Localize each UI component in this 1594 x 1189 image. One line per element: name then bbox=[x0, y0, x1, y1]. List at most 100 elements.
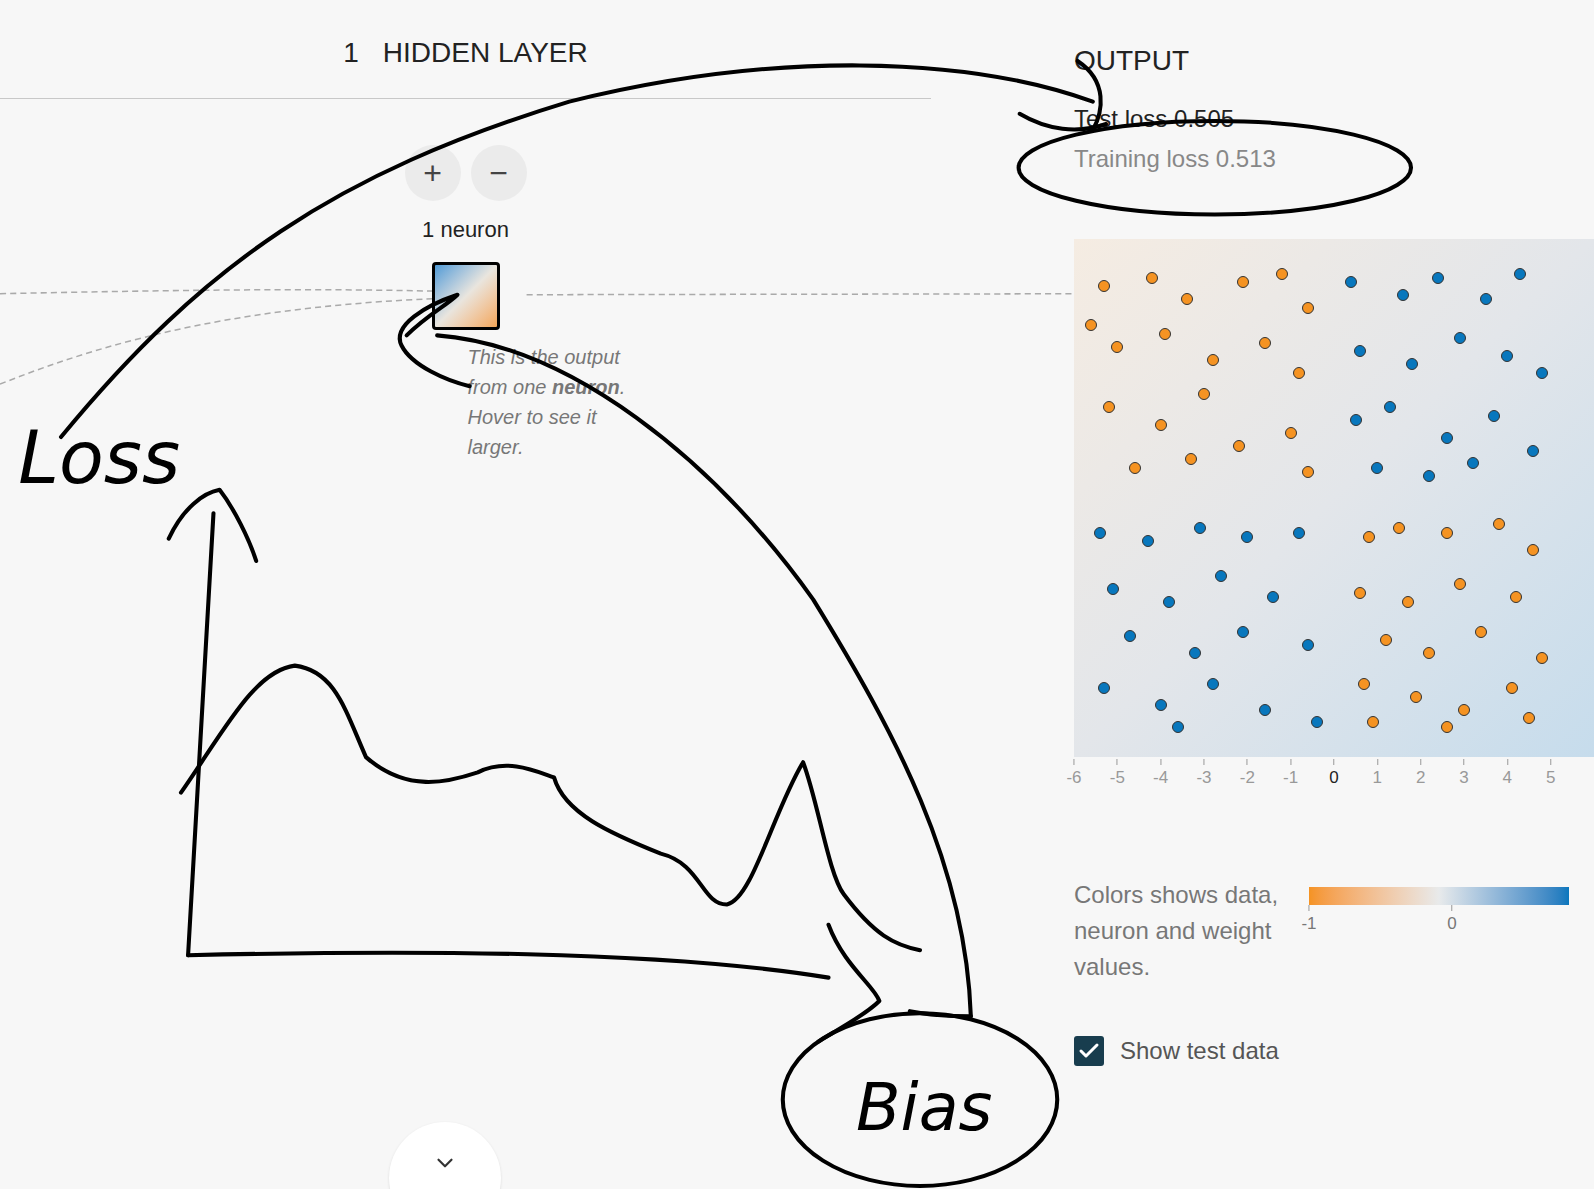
data-point bbox=[1514, 268, 1526, 280]
chevron-down-icon bbox=[432, 1150, 458, 1176]
data-point bbox=[1354, 345, 1366, 357]
playground-page: 1 HIDDEN LAYER +− 1 neuron This is the outpu… bbox=[0, 0, 1594, 1189]
data-point bbox=[1107, 583, 1119, 595]
data-point bbox=[1523, 712, 1535, 724]
data-point bbox=[1423, 647, 1435, 659]
data-point bbox=[1198, 388, 1210, 400]
neuron-count: 1 neuron bbox=[422, 213, 509, 246]
data-point bbox=[1085, 319, 1097, 331]
data-point bbox=[1181, 293, 1193, 305]
data-point bbox=[1098, 682, 1110, 694]
data-point bbox=[1410, 691, 1422, 703]
scroll-down-button[interactable] bbox=[389, 1122, 501, 1189]
output-heatmap[interactable] bbox=[1074, 239, 1594, 757]
data-point bbox=[1237, 276, 1249, 288]
legend-gradient bbox=[1309, 887, 1569, 905]
layer-title: HIDDEN LAYER bbox=[383, 32, 588, 74]
data-point bbox=[1259, 337, 1271, 349]
layer-count: 1 bbox=[343, 32, 359, 74]
training-loss: Training loss 0.513 bbox=[1074, 145, 1594, 173]
data-point bbox=[1189, 647, 1201, 659]
data-point bbox=[1302, 466, 1314, 478]
data-point bbox=[1402, 596, 1414, 608]
data-point bbox=[1194, 522, 1206, 534]
data-point bbox=[1454, 578, 1466, 590]
data-point bbox=[1527, 445, 1539, 457]
remove-neuron-button[interactable]: − bbox=[471, 145, 527, 201]
data-point bbox=[1302, 639, 1314, 651]
x-tick: 1 bbox=[1373, 765, 1382, 791]
data-point bbox=[1111, 341, 1123, 353]
data-point bbox=[1103, 401, 1115, 413]
legend: Colors shows data, neuron and weight val… bbox=[1074, 877, 1594, 985]
data-point bbox=[1142, 535, 1154, 547]
data-point bbox=[1393, 522, 1405, 534]
ink-annotations: Loss Bias bbox=[0, 0, 1594, 1189]
data-point bbox=[1276, 268, 1288, 280]
data-point bbox=[1458, 704, 1470, 716]
data-point bbox=[1155, 699, 1167, 711]
data-point bbox=[1441, 527, 1453, 539]
data-point bbox=[1480, 293, 1492, 305]
data-point bbox=[1367, 716, 1379, 728]
data-point bbox=[1345, 276, 1357, 288]
show-test-data-checkbox[interactable] bbox=[1074, 1036, 1104, 1066]
x-tick: -3 bbox=[1196, 765, 1211, 791]
data-point bbox=[1510, 591, 1522, 603]
layer-header: 1 HIDDEN LAYER bbox=[0, 0, 931, 99]
data-point bbox=[1124, 630, 1136, 642]
data-point bbox=[1536, 367, 1548, 379]
check-icon bbox=[1077, 1039, 1101, 1063]
output-title: OUTPUT bbox=[1074, 44, 1594, 77]
data-point bbox=[1506, 682, 1518, 694]
data-point bbox=[1311, 716, 1323, 728]
data-point bbox=[1358, 678, 1370, 690]
x-tick: 4 bbox=[1503, 765, 1512, 791]
hidden-layer-column: 1 HIDDEN LAYER +− 1 neuron This is the outpu… bbox=[0, 0, 931, 1069]
test-loss: Test loss 0.505 bbox=[1074, 105, 1594, 133]
neuron-callout: This is the output from one neuron. Hove… bbox=[468, 342, 653, 462]
data-point bbox=[1146, 272, 1158, 284]
data-point bbox=[1380, 634, 1392, 646]
legend-text: Colors shows data, neuron and weight val… bbox=[1074, 877, 1299, 985]
show-test-data[interactable]: Show test data bbox=[1074, 1033, 1594, 1069]
x-tick: 0 bbox=[1329, 765, 1338, 791]
data-point bbox=[1493, 518, 1505, 530]
x-tick: 5 bbox=[1546, 765, 1555, 791]
data-point bbox=[1363, 531, 1375, 543]
data-point bbox=[1241, 531, 1253, 543]
data-point bbox=[1293, 367, 1305, 379]
data-point bbox=[1285, 427, 1297, 439]
data-point bbox=[1475, 626, 1487, 638]
data-point bbox=[1350, 414, 1362, 426]
legend-tick: 0 bbox=[1447, 911, 1456, 937]
data-point bbox=[1233, 440, 1245, 452]
data-point bbox=[1172, 721, 1184, 733]
x-tick: 3 bbox=[1459, 765, 1468, 791]
x-tick: -2 bbox=[1240, 765, 1255, 791]
data-point bbox=[1527, 544, 1539, 556]
data-point bbox=[1207, 354, 1219, 366]
data-point bbox=[1267, 591, 1279, 603]
data-point bbox=[1432, 272, 1444, 284]
x-tick: -1 bbox=[1283, 765, 1298, 791]
data-point bbox=[1259, 704, 1271, 716]
data-point bbox=[1488, 410, 1500, 422]
data-point bbox=[1098, 280, 1110, 292]
loss-annotation: Loss bbox=[18, 415, 180, 500]
data-point bbox=[1397, 289, 1409, 301]
data-point bbox=[1163, 596, 1175, 608]
neuron-box[interactable] bbox=[432, 262, 500, 330]
data-point bbox=[1354, 587, 1366, 599]
data-point bbox=[1384, 401, 1396, 413]
data-point bbox=[1207, 678, 1219, 690]
bias-annotation: Bias bbox=[856, 1070, 992, 1145]
data-point bbox=[1094, 527, 1106, 539]
data-point bbox=[1536, 652, 1548, 664]
data-point bbox=[1423, 470, 1435, 482]
add-neuron-button[interactable]: + bbox=[405, 145, 461, 201]
data-point bbox=[1185, 453, 1197, 465]
data-point bbox=[1371, 462, 1383, 474]
data-point bbox=[1406, 358, 1418, 370]
x-tick: 2 bbox=[1416, 765, 1425, 791]
